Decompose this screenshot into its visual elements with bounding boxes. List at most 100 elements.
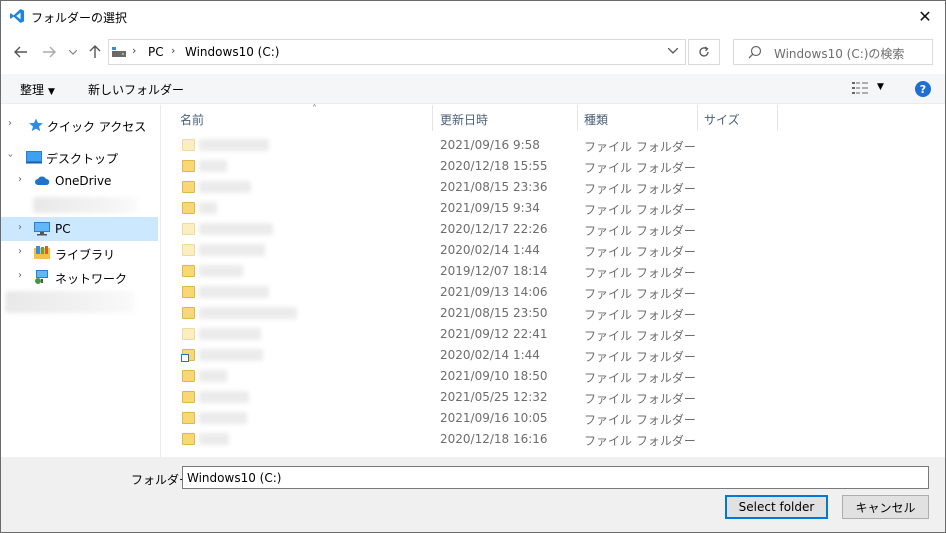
up-arrow-icon	[89, 45, 101, 58]
file-modified-date: 2020/12/17 22:26	[440, 222, 548, 236]
nav-label-network: ネットワーク	[55, 272, 128, 286]
file-type: ファイル フォルダー	[584, 434, 696, 448]
folder-icon	[182, 244, 195, 256]
select-folder-button[interactable]: Select folder	[725, 495, 828, 519]
folder-icon	[182, 139, 195, 151]
file-row[interactable]: 2021/09/10 18:50 ファイル フォルダー	[177, 366, 696, 387]
expand-arrow-icon[interactable]: ›	[18, 270, 22, 281]
file-row[interactable]: 2020/02/14 1:44 ファイル フォルダー	[177, 240, 696, 261]
new-folder-button[interactable]: 新しいフォルダー	[88, 81, 184, 98]
folder-shortcut-icon	[181, 349, 195, 362]
expand-arrow-icon[interactable]: ›	[8, 118, 12, 129]
column-header-name[interactable]: 名前 ˄	[174, 104, 433, 131]
file-row[interactable]: 2021/09/15 9:34 ファイル フォルダー	[177, 198, 696, 219]
refresh-icon	[699, 46, 709, 57]
folder-icon	[182, 202, 195, 214]
refresh-button[interactable]	[688, 39, 720, 65]
file-type: ファイル フォルダー	[584, 245, 696, 259]
file-type: ファイル フォルダー	[584, 308, 696, 322]
column-date-label: 更新日時	[440, 113, 489, 127]
caret-down-icon: ▼	[48, 87, 55, 97]
file-row[interactable]: 2021/08/15 23:36 ファイル フォルダー	[177, 177, 696, 198]
file-list: 名前 ˄ 更新日時 種類 サイズ 2021/09/16 9:58 ファイル フォル…	[161, 104, 945, 457]
breadcrumb-separator: ›	[132, 44, 137, 57]
folder-icon	[182, 307, 195, 319]
column-header-size[interactable]: サイズ	[698, 105, 778, 131]
cloud-icon	[35, 176, 50, 185]
folder-icon	[182, 328, 195, 340]
nav-item-pc[interactable]: › PC	[1, 217, 158, 241]
file-row[interactable]: 2021/09/16 10:05 ファイル フォルダー	[177, 408, 696, 429]
file-row[interactable]: 2021/09/13 14:06 ファイル フォルダー	[177, 282, 696, 303]
breadcrumb-separator: ›	[171, 44, 176, 57]
column-size-label: サイズ	[704, 113, 740, 127]
file-modified-date: 2021/09/16 9:58	[440, 138, 540, 152]
redacted-file-name	[199, 349, 263, 361]
nav-item-desktop[interactable]: › デスクトップ	[1, 145, 158, 169]
file-row[interactable]: 2019/12/07 18:14 ファイル フォルダー	[177, 261, 696, 282]
chevron-down-icon	[667, 47, 679, 54]
nav-label-libraries: ライブラリ	[55, 248, 116, 262]
organize-button[interactable]: 整理 ▼	[20, 81, 55, 98]
pc-icon	[34, 222, 50, 236]
expand-arrow-icon[interactable]: ›	[18, 246, 22, 257]
file-row[interactable]: 2020/12/17 22:26 ファイル フォルダー	[177, 219, 696, 240]
close-button[interactable]: ✕	[905, 1, 945, 32]
folder-name-field[interactable]	[182, 466, 929, 489]
view-caret-down-icon[interactable]: ▼	[877, 82, 884, 92]
file-type: ファイル フォルダー	[584, 392, 696, 406]
file-row[interactable]: 2021/08/15 23:50 ファイル フォルダー	[177, 303, 696, 324]
column-header-type[interactable]: 種類	[578, 105, 698, 131]
back-button[interactable]	[11, 42, 31, 62]
file-row[interactable]: 2021/09/16 9:58 ファイル フォルダー	[177, 135, 696, 156]
search-input[interactable]: Windows10 (C:)の検索	[774, 45, 904, 62]
nav-item-network[interactable]: › ネットワーク	[1, 265, 158, 289]
file-row[interactable]: 2021/05/25 12:32 ファイル フォルダー	[177, 387, 696, 408]
nav-label-quick-access: クイック アクセス	[47, 120, 147, 134]
nav-label-pc: PC	[55, 222, 71, 236]
expand-arrow-icon[interactable]: ›	[18, 174, 22, 185]
breadcrumb-pc[interactable]: PC	[148, 45, 164, 59]
address-history-dropdown[interactable]	[667, 43, 679, 57]
nav-item-quick-access[interactable]: › クイック アクセス	[1, 113, 158, 137]
up-button[interactable]	[86, 42, 104, 62]
file-modified-date: 2021/09/12 22:41	[440, 327, 548, 341]
file-type: ファイル フォルダー	[584, 161, 696, 175]
redacted-file-name	[199, 328, 261, 340]
file-row[interactable]: 2020/12/18 15:55 ファイル フォルダー	[177, 156, 696, 177]
star-icon	[29, 118, 43, 132]
file-type: ファイル フォルダー	[584, 224, 696, 238]
forward-arrow-icon	[43, 46, 56, 58]
folder-icon	[182, 433, 195, 445]
file-row[interactable]: 2020/12/18 16:16 ファイル フォルダー	[177, 429, 696, 450]
view-options-icon[interactable]	[852, 82, 868, 94]
forward-button[interactable]	[39, 42, 59, 62]
nav-item-libraries[interactable]: › ライブラリ	[1, 241, 158, 265]
folder-icon	[182, 181, 195, 193]
folder-icon	[182, 370, 195, 382]
recent-locations-button[interactable]	[67, 44, 79, 60]
expand-arrow-icon[interactable]: ›	[18, 222, 22, 233]
drive-icon	[112, 47, 126, 57]
redacted-file-name	[199, 286, 269, 298]
column-name-label: 名前	[180, 113, 205, 127]
redacted-file-name	[199, 370, 227, 382]
collapse-arrow-icon[interactable]: ›	[5, 154, 16, 158]
file-row[interactable]: 2020/02/14 1:44 ファイル フォルダー	[177, 345, 696, 366]
file-type: ファイル フォルダー	[584, 329, 696, 343]
dialog-footer: フォルダー: Select folder キャンセル	[1, 457, 945, 532]
column-header-date[interactable]: 更新日時	[434, 105, 578, 131]
folder-icon	[182, 160, 195, 172]
file-row[interactable]: 2021/09/12 22:41 ファイル フォルダー	[177, 324, 696, 345]
breadcrumb-drive[interactable]: Windows10 (C:)	[185, 45, 279, 59]
help-icon[interactable]: ?	[915, 81, 931, 97]
redacted-file-name	[199, 412, 247, 424]
file-modified-date: 2020/02/14 1:44	[440, 348, 540, 362]
nav-item-onedrive[interactable]: › OneDrive	[1, 169, 158, 193]
search-box[interactable]: Windows10 (C:)の検索	[733, 39, 933, 65]
search-icon	[748, 45, 762, 59]
cancel-button[interactable]: キャンセル	[842, 495, 929, 519]
redacted-file-name	[199, 181, 251, 193]
address-bar[interactable]: › PC › Windows10 (C:)	[108, 39, 686, 65]
redacted-file-name	[199, 307, 297, 319]
